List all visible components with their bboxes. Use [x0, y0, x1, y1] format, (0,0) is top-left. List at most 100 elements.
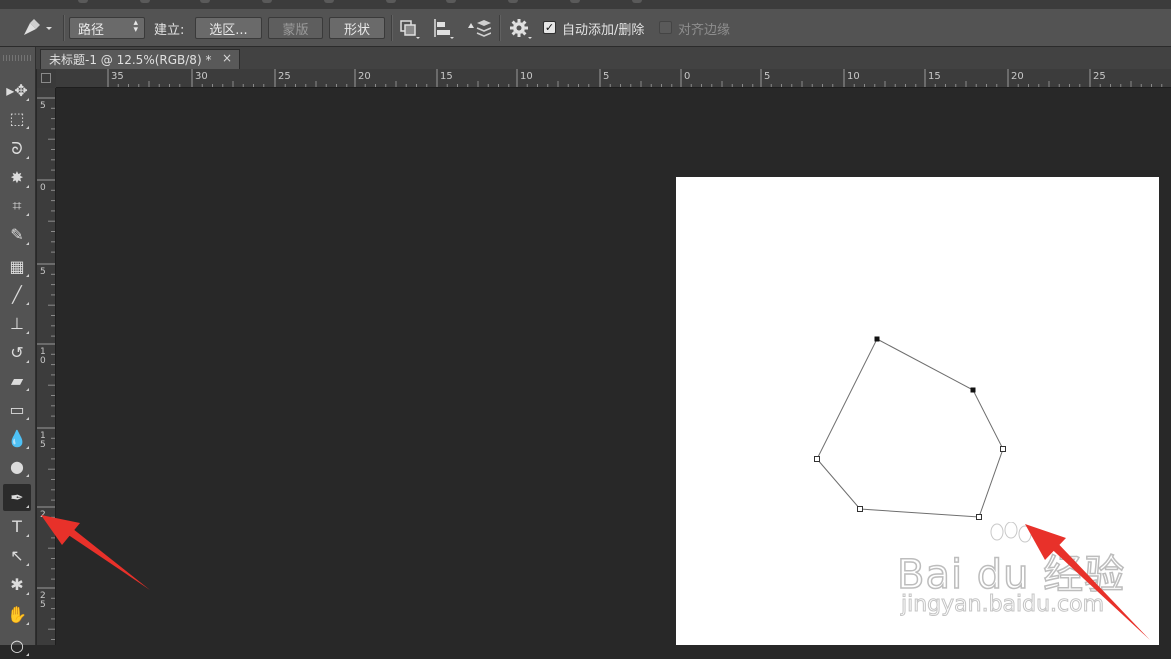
magic-wand-tool-icon: ✸	[10, 168, 24, 187]
auto-add-delete-label: 自动添加/删除	[562, 22, 645, 38]
pen-icon	[24, 19, 52, 35]
anchor-point[interactable]	[814, 456, 820, 462]
ruler-label: 25	[278, 71, 291, 82]
path-alignment-icon	[434, 19, 454, 39]
close-tab-icon[interactable]: ×	[222, 51, 232, 65]
ruler-label: 0	[684, 71, 690, 82]
tool-mode-select[interactable]: 路径 ▴ ▾	[69, 17, 145, 39]
custom-shape-tool-icon: ✱	[10, 575, 24, 594]
ruler-origin[interactable]	[37, 69, 56, 88]
tool-preset-picker[interactable]	[10, 9, 58, 47]
eyedropper-tool-button[interactable]: ✎	[3, 221, 31, 248]
path-alignment-button[interactable]	[430, 9, 456, 47]
ruler-label: 15	[440, 71, 453, 82]
make-label: 建立:	[154, 22, 185, 38]
ruler-label: 10	[847, 71, 860, 82]
brush-tool-icon: ╱	[12, 285, 22, 304]
document-tab[interactable]: 未标题-1 @ 12.5%(RGB/8) * ×	[40, 49, 240, 69]
lasso-tool-icon: ᘐ	[11, 138, 23, 158]
anchor-point[interactable]	[874, 336, 880, 342]
blur-tool-icon: 💧	[7, 429, 27, 448]
make-mask-button[interactable]: 蒙版	[268, 17, 323, 39]
geometry-options-button[interactable]	[508, 9, 534, 47]
pen-tool-icon: ✒	[10, 488, 24, 507]
marquee-tool-button[interactable]: ⬚	[3, 105, 31, 132]
history-brush-tool-icon: ↺	[10, 343, 24, 362]
brush-tool-button[interactable]: ╱	[3, 281, 31, 308]
ruler-label: 5	[40, 101, 46, 111]
ruler-label: 5	[603, 71, 609, 82]
zoom-tool-icon: ○	[10, 636, 24, 655]
anchor-point[interactable]	[970, 387, 976, 393]
hand-tool-button[interactable]: ✋	[3, 601, 31, 628]
baidu-jingyan-watermark: Bai du 经验 jingyan.baidu.com	[896, 522, 1127, 622]
panel-grip[interactable]	[3, 55, 31, 61]
ruler-label: 30	[195, 71, 208, 82]
align-edges-label: 对齐边缘	[678, 22, 731, 38]
document-tab-bar: 未标题-1 @ 12.5%(RGB/8) * ×	[0, 47, 1171, 69]
ruler-label: 0	[40, 356, 46, 366]
align-edges-checkbox[interactable]	[659, 21, 672, 34]
move-tool-icon: ▸✥	[6, 81, 28, 100]
dodge-tool-icon: ●	[10, 457, 24, 476]
ruler-label: 15	[928, 71, 941, 82]
make-selection-button[interactable]: 选区...	[195, 17, 262, 39]
ruler-label: 20	[358, 71, 371, 82]
magic-wand-tool-button[interactable]: ✸	[3, 164, 31, 191]
path-operations-button[interactable]	[397, 9, 423, 47]
anchor-point[interactable]	[857, 506, 863, 512]
document-tab-title: 未标题-1 @ 12.5%(RGB/8) *	[49, 53, 212, 67]
hand-tool-icon: ✋	[7, 605, 27, 624]
ruler-label: 25	[1093, 71, 1106, 82]
path-outline	[816, 338, 1004, 518]
type-tool-icon: T	[12, 517, 22, 536]
gradient-tool-icon: ▭	[9, 400, 25, 419]
path-operations-icon	[400, 20, 420, 39]
ruler-label: 0	[40, 183, 46, 193]
eyedropper-tool-icon: ✎	[10, 225, 24, 244]
dodge-tool-button[interactable]: ●	[3, 453, 31, 480]
make-shape-button[interactable]: 形状	[329, 17, 385, 39]
path-selection-tool-icon: ↖	[10, 546, 24, 565]
history-brush-tool-button[interactable]: ↺	[3, 339, 31, 366]
move-tool-button[interactable]: ▸✥	[3, 77, 31, 104]
ruler-label: 5	[40, 600, 46, 610]
blur-tool-button[interactable]: 💧	[3, 425, 31, 452]
clone-stamp-tool-button[interactable]: ⊥	[3, 310, 31, 337]
ruler-label: 5	[40, 440, 46, 450]
clone-stamp-tool-icon: ⊥	[10, 314, 24, 333]
horizontal-ruler[interactable]: 35 30 25 20 15 10 5 0 5 10 15 20 25	[56, 69, 1171, 88]
ruler-label: 5	[764, 71, 770, 82]
zoom-tool-button[interactable]: ○	[3, 632, 31, 659]
anchor-point[interactable]	[976, 514, 982, 520]
marquee-tool-icon: ⬚	[9, 109, 25, 128]
ruler-label: 5	[40, 267, 46, 277]
path-arrangement-button[interactable]	[463, 9, 491, 47]
anchor-point[interactable]	[1000, 446, 1006, 452]
vertical-ruler[interactable]: 5051015225	[37, 88, 56, 645]
healing-brush-tool-icon: ▦	[9, 257, 25, 276]
ruler-label: 20	[1011, 71, 1024, 82]
gear-icon	[510, 19, 532, 39]
healing-brush-tool-button[interactable]: ▦	[3, 253, 31, 280]
eraser-tool-icon: ▰	[10, 371, 24, 390]
ruler-label: 10	[520, 71, 533, 82]
pen-tool-button[interactable]: ✒	[3, 484, 31, 511]
type-tool-button[interactable]: T	[3, 513, 31, 540]
eraser-tool-button[interactable]: ▰	[3, 367, 31, 394]
path-selection-tool-button[interactable]: ↖	[3, 542, 31, 569]
menu-strip	[0, 0, 1171, 9]
options-bar: 路径 ▴ ▾ 建立: 选区... 蒙版 形状 ✓ 自动添加/删除 对齐边缘	[0, 9, 1171, 47]
tool-mode-value: 路径	[78, 22, 105, 38]
crop-tool-button[interactable]: ⌗	[3, 192, 31, 219]
crop-tool-icon: ⌗	[12, 195, 22, 215]
gradient-tool-button[interactable]: ▭	[3, 396, 31, 423]
watermark-url: jingyan.baidu.com	[900, 592, 1105, 618]
select-arrows-icon: ▴ ▾	[133, 18, 138, 35]
ruler-label: 2	[40, 510, 46, 520]
tools-panel: ▸✥ ⬚ ᘐ ✸ ⌗ ✎ ▦ ╱ ⊥ ↺ ▰ ▭ 💧 ● ✒ T ↖ ✱ ✋ ○	[0, 47, 36, 656]
auto-add-delete-checkbox[interactable]: ✓	[543, 21, 556, 34]
lasso-tool-button[interactable]: ᘐ	[3, 135, 31, 162]
custom-shape-tool-button[interactable]: ✱	[3, 571, 31, 598]
path-arrangement-icon	[468, 20, 491, 37]
